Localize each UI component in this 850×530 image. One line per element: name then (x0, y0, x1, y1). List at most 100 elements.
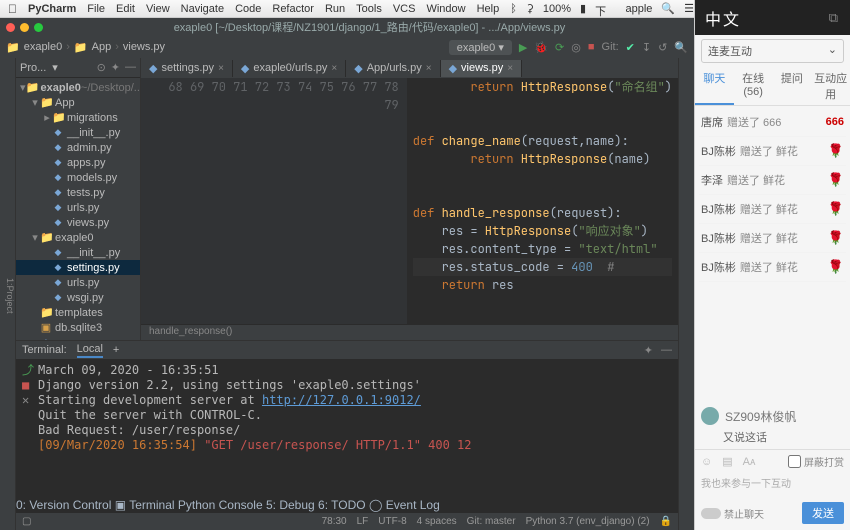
bluetooth-icon[interactable]: ᛒ (510, 3, 517, 15)
editor-breadcrumb[interactable]: handle_response() (141, 324, 678, 340)
chat-placeholder[interactable]: 我也来参与一下互动 (695, 473, 850, 496)
maximize-icon[interactable] (34, 23, 43, 32)
tree-settings-icon[interactable]: ⊙ (97, 61, 106, 74)
tree-item[interactable]: ◆urls.py (16, 200, 140, 215)
tree-item[interactable]: ◆models.py (16, 170, 140, 185)
menu-file[interactable]: File (87, 3, 105, 15)
editor-tab[interactable]: ◆exaple0/urls.py× (233, 60, 346, 77)
add-terminal-icon[interactable]: + (113, 344, 119, 356)
chat-group-select[interactable]: 连麦互动⌄ (701, 39, 844, 63)
right-tool-stripe[interactable] (678, 58, 694, 530)
terminal-tool-button[interactable]: ▣ Terminal (115, 498, 175, 512)
menu-navigate[interactable]: Navigate (181, 3, 224, 15)
minimize-icon[interactable] (20, 23, 29, 32)
tree-item[interactable]: ▾📁exaple0 (16, 230, 140, 245)
shield-checkbox[interactable] (788, 455, 801, 468)
python-console-tool-button[interactable]: Python Console (178, 498, 263, 512)
send-button[interactable]: 发送 (802, 502, 844, 524)
stop-button[interactable]: ■ (588, 41, 595, 53)
run-config-select[interactable]: exaple0 ▾ (449, 40, 512, 55)
run-button[interactable]: ▶ (519, 41, 527, 54)
tab-chat[interactable]: 聊天 (695, 67, 734, 105)
tree-item[interactable]: ▣db.sqlite3 (16, 320, 140, 335)
left-tool-stripe[interactable]: 1:Project (0, 58, 16, 530)
lock-icon[interactable]: 🔒 (660, 516, 672, 527)
todo-tool-button[interactable]: 6: TODO (318, 498, 366, 512)
bottom-tool-stripe[interactable]: 0: Version Control ▣ Terminal Python Con… (16, 498, 678, 512)
tab-question[interactable]: 提问 (773, 67, 812, 105)
tree-item[interactable]: ▾📁exaple0 ~/Desktop/... (16, 80, 140, 95)
tree-item[interactable]: ◆wsgi.py (16, 290, 140, 305)
git-commit-icon[interactable]: ↧ (642, 41, 651, 54)
tree-item[interactable]: ◆settings.py (16, 260, 140, 275)
toggle-forbid[interactable] (701, 508, 721, 519)
close-terminal-icon[interactable]: ✕ (22, 393, 38, 408)
close-tab-icon[interactable]: × (426, 63, 432, 74)
caret-position[interactable]: 78:30 (322, 516, 347, 527)
project-tree[interactable]: Pro...▾ ⊙ ✦ — ▾📁exaple0 ~/Desktop/...▾📁A… (16, 58, 141, 340)
editor[interactable]: 68 69 70 71 72 73 74 75 76 77 78 79 retu… (141, 78, 678, 324)
wifi-icon[interactable]: ⚳ (526, 2, 534, 15)
menu-vcs[interactable]: VCS (393, 3, 416, 15)
editor-tab[interactable]: ◆views.py× (441, 60, 523, 77)
tree-hide-icon[interactable]: — (125, 61, 136, 74)
close-tab-icon[interactable]: × (331, 63, 337, 74)
tree-item[interactable]: 📁templates (16, 305, 140, 320)
editor-tabs[interactable]: ◆settings.py×◆exaple0/urls.py×◆App/urls.… (141, 58, 678, 78)
menu-run[interactable]: Run (325, 3, 345, 15)
notifications-icon[interactable]: ☰ (684, 2, 694, 15)
menu-help[interactable]: Help (477, 3, 500, 15)
chat-feed[interactable]: 唐席 赠送了 666666BJ陈彬 赠送了 鲜花🌹李泽 赠送了 鲜花🌹BJ陈彬 … (695, 106, 850, 403)
event-log-button[interactable]: ◯ Event Log (369, 498, 440, 512)
tree-item[interactable]: ◆tests.py (16, 185, 140, 200)
font-icon[interactable]: Aᴀ (743, 456, 756, 468)
tree-item[interactable]: ◆urls.py (16, 275, 140, 290)
project-tool-button[interactable]: 1:Project (5, 278, 15, 314)
tab-interact[interactable]: 互动应用 (811, 67, 850, 105)
project-view-label[interactable]: Pro... (20, 62, 46, 74)
vcs-tool-button[interactable]: 0: Version Control (16, 498, 111, 512)
tree-item[interactable]: ◆__init__.py (16, 125, 140, 140)
tab-online[interactable]: 在线(56) (734, 67, 773, 105)
tree-item[interactable]: ▾📁App (16, 95, 140, 110)
terminal-gear-icon[interactable]: ✦ (644, 344, 653, 357)
tree-item[interactable]: ▸📁migrations (16, 110, 140, 125)
editor-content[interactable]: return HttpResponse("命名组") def change_na… (407, 78, 678, 324)
editor-tab[interactable]: ◆settings.py× (141, 60, 233, 77)
search-icon[interactable]: 🔍 (674, 41, 688, 54)
editor-tab[interactable]: ◆App/urls.py× (346, 60, 440, 77)
run-coverage-icon[interactable]: ⟳ (555, 41, 564, 54)
app-name[interactable]: PyCharm (28, 3, 76, 15)
debug-button[interactable]: 🐞 (534, 41, 548, 54)
tree-item[interactable]: ◆views.py (16, 215, 140, 230)
terminal-hide-icon[interactable]: — (661, 344, 672, 357)
close-tab-icon[interactable]: × (218, 63, 224, 74)
git-branch[interactable]: Git: master (467, 516, 516, 527)
stop-terminal-icon[interactable]: ■ (22, 378, 38, 393)
terminal-panel[interactable]: Terminal: Local + ✦ — ⤴ ■ ✕ March 09, 20… (16, 340, 678, 498)
breadcrumb[interactable]: exaple0 (24, 41, 63, 53)
menu-tools[interactable]: Tools (356, 3, 382, 15)
indent[interactable]: 4 spaces (417, 516, 457, 527)
menu-code[interactable]: Code (235, 3, 261, 15)
chat-tabs[interactable]: 聊天 在线(56) 提问 互动应用 (695, 67, 850, 106)
git-update-icon[interactable]: ✔ (626, 41, 635, 54)
menu-edit[interactable]: Edit (116, 3, 135, 15)
tree-item[interactable]: ◆apps.py (16, 155, 140, 170)
close-icon[interactable] (6, 23, 15, 32)
breadcrumb[interactable]: App (92, 41, 112, 53)
menu-window[interactable]: Window (426, 3, 465, 15)
terminal-output[interactable]: March 09, 2020 - 16:35:51 Django version… (38, 363, 472, 494)
tree-item[interactable]: ◆admin.py (16, 140, 140, 155)
breadcrumb[interactable]: views.py (123, 41, 165, 53)
menu-refactor[interactable]: Refactor (272, 3, 314, 15)
encoding[interactable]: UTF-8 (378, 516, 406, 527)
menu-view[interactable]: View (146, 3, 170, 15)
emoji-icon[interactable]: ☺ (701, 456, 712, 468)
terminal-tab[interactable]: Local (77, 343, 103, 358)
spotlight-icon[interactable]: 🔍 (661, 2, 675, 15)
profile-icon[interactable]: ◎ (571, 41, 581, 54)
user-name[interactable]: apple (626, 3, 653, 15)
close-tab-icon[interactable]: × (507, 63, 513, 74)
ime-icon[interactable]: ⧉ (829, 10, 840, 26)
